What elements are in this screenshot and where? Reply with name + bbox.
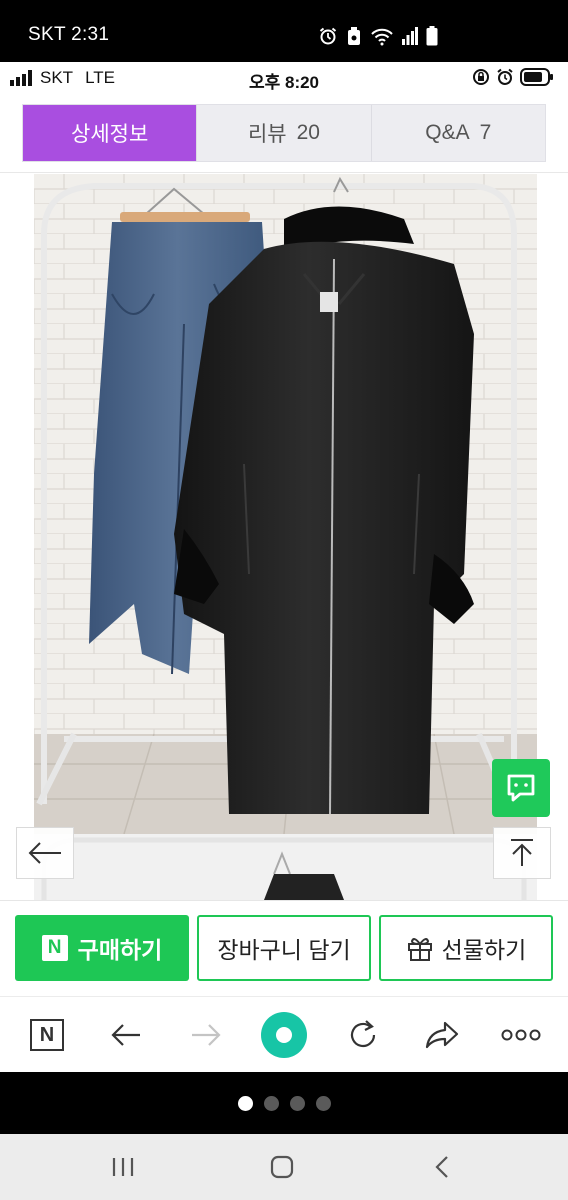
gift-icon (406, 934, 434, 962)
tab-qna-label: Q&A (425, 121, 470, 144)
recent-apps-button[interactable] (103, 1150, 143, 1184)
browser-toolbar: N (0, 996, 568, 1072)
host-status-bar: SKT 2:31 (0, 0, 568, 62)
green-dot-icon (261, 1012, 307, 1058)
chevron-left-icon (435, 1156, 448, 1178)
signal-icon (402, 27, 418, 45)
divider (0, 172, 568, 173)
alarm-icon (497, 68, 513, 85)
rotation-lock-icon (473, 69, 489, 85)
buy-button-label: 구매하기 (77, 937, 163, 963)
pager-dot[interactable] (289, 1095, 305, 1111)
gift-button-label: 선물하기 (441, 937, 527, 963)
forward-button[interactable] (180, 1009, 232, 1061)
battery-icon (520, 68, 553, 86)
arrow-left-icon (28, 842, 61, 864)
more-menu-button[interactable] (495, 1009, 547, 1061)
chat-icon (507, 774, 535, 802)
host-status-icons (318, 25, 438, 47)
previous-image-button[interactable] (16, 827, 74, 879)
refresh-button[interactable] (337, 1009, 389, 1061)
wifi-icon (371, 28, 393, 46)
naver-home-button[interactable]: N (21, 1009, 73, 1061)
next-photo-illustration (34, 834, 537, 900)
pager-dot[interactable] (315, 1095, 331, 1111)
tab-reviews-count: 20 (296, 121, 320, 144)
screenshot-pager (0, 1072, 568, 1134)
battery-icon (426, 26, 438, 46)
system-back-button[interactable] (422, 1150, 462, 1184)
tab-reviews-label: 리뷰 (247, 123, 287, 146)
inner-status-bar: SKT LTE 오후 8:20 (0, 62, 568, 94)
recent-apps-icon (112, 1158, 134, 1176)
purchase-bar: N 구매하기 장바구니 담기 선물하기 (0, 900, 568, 996)
share-arrow-icon (425, 1021, 459, 1049)
share-button[interactable] (416, 1009, 468, 1061)
product-tabs: 상세정보 리뷰 20 Q&A 7 (22, 104, 546, 162)
cart-button-label: 장바구니 담기 (217, 937, 351, 963)
arrow-up-icon (511, 839, 533, 866)
scroll-to-top-button[interactable] (493, 827, 551, 879)
system-navigation-bar (0, 1134, 568, 1200)
product-photo-illustration (34, 174, 537, 834)
home-icon (270, 1155, 294, 1179)
host-clock: SKT 2:31 (28, 24, 110, 45)
alarm-icon (319, 27, 337, 45)
naver-pay-logo: N (41, 935, 68, 961)
forward-arrow-icon (192, 1024, 221, 1046)
phone-screen: SKT LTE 오후 8:20 상세정보 리뷰 20 Q&A 7 N 구매하기 … (0, 62, 568, 1072)
refresh-icon (350, 1020, 376, 1048)
more-dots-icon (501, 1029, 541, 1041)
naver-logo-icon: N (30, 1019, 64, 1051)
back-arrow-icon (111, 1024, 140, 1046)
tab-details-label: 상세정보 (71, 123, 149, 146)
lock-notification-icon (348, 27, 360, 45)
tab-reviews[interactable]: 리뷰 20 (196, 105, 370, 161)
pager-dot[interactable] (263, 1095, 279, 1111)
pager-dot[interactable] (237, 1095, 253, 1111)
naver-pay-buy-button[interactable]: N 구매하기 (15, 915, 189, 981)
gift-button[interactable]: 선물하기 (379, 915, 553, 981)
talk-talk-chat-button[interactable] (492, 759, 550, 817)
tab-details[interactable]: 상세정보 (23, 105, 197, 161)
green-dot-button[interactable] (258, 1009, 310, 1061)
next-product-image (34, 834, 537, 900)
product-image (34, 174, 537, 834)
home-button[interactable] (262, 1150, 302, 1184)
add-to-cart-button[interactable]: 장바구니 담기 (197, 915, 371, 981)
back-button[interactable] (100, 1009, 152, 1061)
tab-qna[interactable]: Q&A 7 (370, 105, 545, 161)
tab-qna-count: 7 (479, 121, 492, 144)
